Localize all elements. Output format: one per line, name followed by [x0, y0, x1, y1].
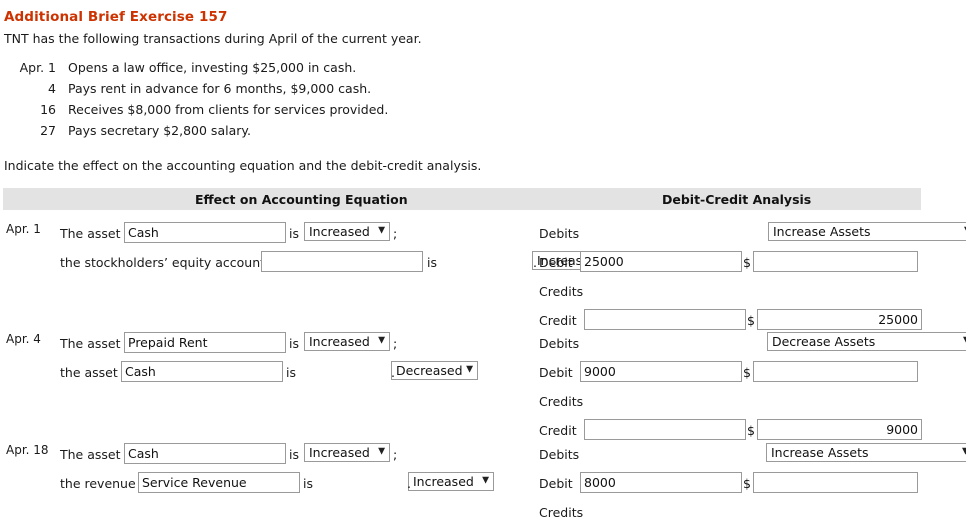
credits-label: Credits: [539, 393, 584, 409]
effect-select-1a[interactable]: Increased ▼: [304, 221, 390, 241]
is-label: is: [289, 225, 299, 241]
effect-select-2a[interactable]: Increased ▼: [304, 331, 390, 351]
transaction-list: Apr. 1 Opens a law office, investing $25…: [4, 59, 389, 144]
list-item: 4 Pays rent in advance for 6 months, $9,…: [4, 80, 388, 101]
entry-block-apr-18: Apr. 18 The asset is Increased ▼ ; the r…: [0, 435, 966, 525]
account-name-input-3b[interactable]: [138, 471, 300, 493]
account-type-label: the revenue: [60, 475, 136, 491]
is-label: is: [286, 364, 296, 380]
account-type-label: the stockholders’ equity account: [60, 254, 266, 270]
debit-account-input-2[interactable]: [580, 360, 742, 382]
chevron-down-icon: ▼: [378, 335, 385, 346]
debits-select-3[interactable]: Increase Assets ▼: [765, 442, 966, 462]
chevron-down-icon: ▼: [378, 446, 385, 457]
credits-label: Credits: [539, 504, 584, 520]
account-name-input-1a[interactable]: [124, 221, 286, 243]
entry-block-apr-1: Apr. 1 The asset is Increased ▼ ; the st…: [0, 210, 966, 330]
debits-select-2-value: Decrease Assets: [771, 333, 876, 349]
chevron-down-icon: ▼: [466, 364, 473, 375]
debits-label: Debits: [539, 335, 580, 351]
is-label: is: [289, 446, 299, 462]
semicolon-2: ;: [393, 335, 398, 351]
debit-amount-input-1[interactable]: [753, 250, 918, 272]
column-header-bar: Effect on Accounting Equation Debit-Cred…: [3, 187, 921, 210]
account-name-input-3a[interactable]: [124, 442, 286, 464]
debit-amount-input-2[interactable]: [753, 360, 918, 382]
effect-select-3b[interactable]: Increased ▼: [407, 471, 494, 491]
asset-label: The asset: [60, 446, 121, 462]
chevron-down-icon: ▼: [962, 446, 966, 457]
entry-date: Apr. 1: [6, 221, 41, 236]
dollar-sign: $: [743, 254, 751, 270]
transaction-date: 16: [40, 102, 56, 118]
intro-text: TNT has the following transactions durin…: [4, 31, 422, 46]
period-1: .: [533, 254, 537, 270]
debits-select-2[interactable]: Decrease Assets ▼: [766, 331, 966, 351]
is-label: is: [427, 254, 437, 270]
semicolon-3: ;: [393, 446, 398, 462]
asset-label: The asset: [60, 335, 121, 351]
dollar-sign: $: [743, 475, 751, 491]
effect-select-2a-value: Increased: [309, 333, 370, 349]
is-label: is: [289, 335, 299, 351]
debit-label: Debit: [539, 364, 573, 380]
account-name-input-1b[interactable]: [261, 250, 423, 272]
credits-label: Credits: [539, 283, 584, 299]
transaction-description: Receives $8,000 from clients for service…: [68, 102, 389, 118]
period-2: .: [391, 364, 395, 380]
column-header-effect-on-accounting-equation: Effect on Accounting Equation: [195, 191, 408, 207]
exercise-page: Additional Brief Exercise 157 TNT has th…: [0, 9, 966, 525]
page-title: Additional Brief Exercise 157: [4, 9, 228, 25]
effect-select-3a-value: Increased: [309, 444, 370, 460]
period-3: .: [407, 475, 411, 491]
entry-date: Apr. 18: [6, 442, 49, 457]
semicolon-1: ;: [393, 225, 398, 241]
debit-label: Debit: [539, 254, 573, 270]
effect-select-2b[interactable]: Decreased ▼: [390, 360, 478, 380]
account-name-input-2b[interactable]: [121, 360, 283, 382]
asset-label: The asset: [60, 225, 121, 241]
debit-amount-input-3[interactable]: [753, 471, 918, 493]
chevron-down-icon: ▼: [378, 225, 385, 236]
list-item: 16 Receives $8,000 from clients for serv…: [4, 101, 388, 122]
debit-label: Debit: [539, 475, 573, 491]
debits-select-1-value: Increase Assets: [772, 223, 871, 239]
chevron-down-icon: ▼: [482, 475, 489, 486]
entry-date: Apr. 4: [6, 331, 41, 346]
transaction-description: Opens a law office, investing $25,000 in…: [68, 60, 357, 75]
debit-account-input-1[interactable]: [580, 250, 742, 272]
entry-block-apr-4: Apr. 4 The asset is Increased ▼ ; the as…: [0, 322, 966, 440]
debits-select-3-value: Increase Assets: [770, 444, 869, 460]
effect-select-1a-value: Increased: [309, 223, 370, 239]
column-header-debit-credit-analysis: Debit-Credit Analysis: [662, 191, 812, 207]
transaction-date: 4: [48, 81, 56, 97]
effect-select-3b-value: Increased: [412, 473, 474, 489]
transaction-description: Pays rent in advance for 6 months, $9,00…: [68, 81, 372, 97]
transaction-date: 27: [40, 123, 56, 139]
account-type-label: the asset: [60, 364, 118, 380]
list-item: Apr. 1 Opens a law office, investing $25…: [4, 59, 388, 80]
instruction-text: Indicate the effect on the accounting eq…: [4, 157, 482, 173]
transaction-date: Apr. 1: [19, 60, 56, 75]
debits-select-1[interactable]: Increase Assets ▼: [767, 221, 966, 241]
effect-select-3a[interactable]: Increased ▼: [304, 442, 390, 462]
debits-label: Debits: [539, 446, 580, 462]
account-name-input-2a[interactable]: [124, 331, 286, 353]
is-label: is: [303, 475, 313, 491]
dollar-sign: $: [743, 364, 751, 380]
list-item: 27 Pays secretary $2,800 salary.: [4, 122, 388, 143]
debits-label: Debits: [539, 225, 580, 241]
transaction-description: Pays secretary $2,800 salary.: [68, 123, 251, 139]
effect-select-2b-value: Decreased: [395, 362, 463, 378]
debit-account-input-3[interactable]: [580, 471, 742, 493]
